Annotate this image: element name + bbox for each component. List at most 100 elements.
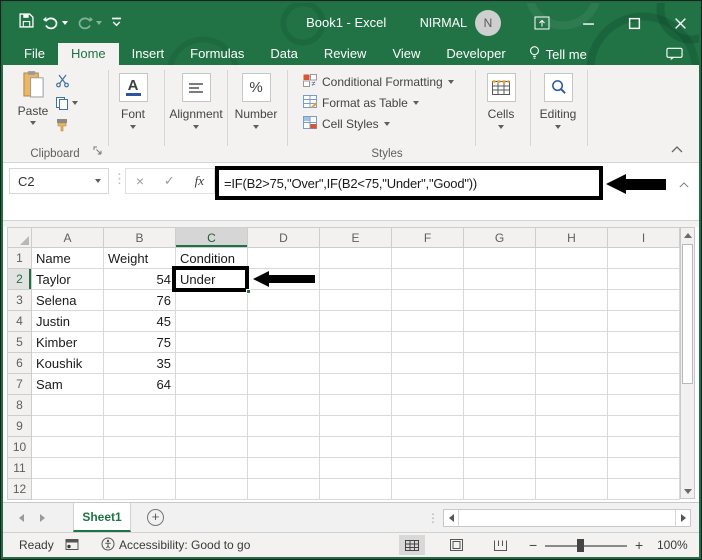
cell-F10[interactable] bbox=[392, 437, 464, 458]
cell-C6[interactable] bbox=[176, 353, 248, 374]
cell-I2[interactable] bbox=[608, 269, 680, 290]
scroll-right-icon[interactable] bbox=[676, 510, 690, 526]
previous-sheet-icon[interactable] bbox=[19, 513, 24, 522]
scroll-down-icon[interactable] bbox=[681, 484, 694, 498]
row-header-9[interactable]: 9 bbox=[8, 416, 32, 437]
insert-function-icon[interactable]: fx bbox=[195, 173, 204, 189]
column-header-I[interactable]: I bbox=[608, 228, 680, 248]
normal-view-button[interactable] bbox=[399, 535, 425, 555]
avatar[interactable]: N bbox=[475, 10, 501, 36]
collapse-ribbon-icon[interactable] bbox=[671, 142, 683, 156]
cell-C8[interactable] bbox=[176, 395, 248, 416]
cells-dropdown-caret[interactable] bbox=[498, 125, 504, 129]
cell-I4[interactable] bbox=[608, 311, 680, 332]
cell-F1[interactable] bbox=[392, 248, 464, 269]
cell-F4[interactable] bbox=[392, 311, 464, 332]
cell-H12[interactable] bbox=[536, 479, 608, 500]
cell-H7[interactable] bbox=[536, 374, 608, 395]
account-area[interactable]: NIRMAL N bbox=[420, 3, 501, 43]
row-header-12[interactable]: 12 bbox=[8, 479, 32, 500]
row-header-4[interactable]: 4 bbox=[8, 311, 32, 332]
cell-C7[interactable] bbox=[176, 374, 248, 395]
maximize-button[interactable] bbox=[625, 14, 643, 32]
cell-D9[interactable] bbox=[248, 416, 320, 437]
cell-F6[interactable] bbox=[392, 353, 464, 374]
cell-G1[interactable] bbox=[464, 248, 536, 269]
cell-B9[interactable] bbox=[104, 416, 176, 437]
cell-H11[interactable] bbox=[536, 458, 608, 479]
macro-record-icon[interactable] bbox=[65, 538, 79, 554]
cell-H5[interactable] bbox=[536, 332, 608, 353]
cell-E2[interactable] bbox=[320, 269, 392, 290]
cell-C5[interactable] bbox=[176, 332, 248, 353]
cell-F5[interactable] bbox=[392, 332, 464, 353]
cell-I6[interactable] bbox=[608, 353, 680, 374]
row-header-3[interactable]: 3 bbox=[8, 290, 32, 311]
paste-button[interactable]: Paste bbox=[13, 70, 53, 125]
cell-F12[interactable] bbox=[392, 479, 464, 500]
cell-H8[interactable] bbox=[536, 395, 608, 416]
clipboard-dialog-launcher-icon[interactable] bbox=[93, 145, 103, 159]
cell-F9[interactable] bbox=[392, 416, 464, 437]
column-header-H[interactable]: H bbox=[536, 228, 608, 248]
cell-E12[interactable] bbox=[320, 479, 392, 500]
format-as-table-caret[interactable] bbox=[412, 100, 419, 105]
font-group-button[interactable]: A Font bbox=[107, 73, 159, 129]
cell-G11[interactable] bbox=[464, 458, 536, 479]
column-header-D[interactable]: D bbox=[248, 228, 320, 248]
column-header-A[interactable]: A bbox=[32, 228, 104, 248]
close-button[interactable] bbox=[671, 14, 689, 32]
cell-F2[interactable] bbox=[392, 269, 464, 290]
cell-A8[interactable] bbox=[32, 395, 104, 416]
horizontal-scrollbar[interactable] bbox=[443, 509, 691, 527]
tab-insert[interactable]: Insert bbox=[119, 43, 178, 65]
c2-highlight-formula-box[interactable]: =IF(B2>75,"Over",IF(B2<75,"Under","Good"… bbox=[215, 166, 603, 200]
sheet-tab-sheet1[interactable]: Sheet1 bbox=[73, 503, 131, 532]
cell-C10[interactable] bbox=[176, 437, 248, 458]
cell-E7[interactable] bbox=[320, 374, 392, 395]
cell-C4[interactable] bbox=[176, 311, 248, 332]
customize-quick-access-button[interactable] bbox=[111, 14, 122, 32]
name-box[interactable]: C2 bbox=[9, 168, 109, 194]
cell-H3[interactable] bbox=[536, 290, 608, 311]
column-header-E[interactable]: E bbox=[320, 228, 392, 248]
editing-group-button[interactable]: Editing bbox=[532, 73, 584, 129]
ribbon-display-options-button[interactable] bbox=[533, 14, 551, 32]
redo-button[interactable] bbox=[77, 16, 102, 30]
paste-dropdown-caret[interactable] bbox=[30, 121, 36, 125]
cell-A12[interactable] bbox=[32, 479, 104, 500]
undo-dropdown-caret[interactable] bbox=[62, 21, 68, 25]
tab-file[interactable]: File bbox=[11, 43, 58, 65]
horizontal-scroll-thumb[interactable] bbox=[458, 510, 676, 526]
cell-B1[interactable]: Weight bbox=[104, 248, 176, 269]
cell-A6[interactable]: Koushik bbox=[32, 353, 104, 374]
cell-G10[interactable] bbox=[464, 437, 536, 458]
save-icon[interactable] bbox=[19, 13, 34, 33]
row-header-2[interactable]: 2 bbox=[8, 269, 32, 290]
cell-A11[interactable] bbox=[32, 458, 104, 479]
cell-G5[interactable] bbox=[464, 332, 536, 353]
cell-F7[interactable] bbox=[392, 374, 464, 395]
zoom-level[interactable]: 100% bbox=[657, 538, 688, 552]
redo-dropdown-caret[interactable] bbox=[96, 21, 102, 25]
cell-A4[interactable]: Justin bbox=[32, 311, 104, 332]
column-header-F[interactable]: F bbox=[392, 228, 464, 248]
row-header-7[interactable]: 7 bbox=[8, 374, 32, 395]
editing-dropdown-caret[interactable] bbox=[555, 125, 561, 129]
cell-I8[interactable] bbox=[608, 395, 680, 416]
zoom-out-icon[interactable]: − bbox=[529, 537, 537, 553]
cell-G4[interactable] bbox=[464, 311, 536, 332]
cell-E11[interactable] bbox=[320, 458, 392, 479]
cell-H9[interactable] bbox=[536, 416, 608, 437]
cell-B3[interactable]: 76 bbox=[104, 290, 176, 311]
cell-A5[interactable]: Kimber bbox=[32, 332, 104, 353]
conditional-formatting-caret[interactable] bbox=[447, 79, 454, 84]
cell-D11[interactable] bbox=[248, 458, 320, 479]
number-group-button[interactable]: % Number bbox=[229, 73, 283, 129]
cell-H4[interactable] bbox=[536, 311, 608, 332]
tell-me-box[interactable]: Tell me bbox=[519, 43, 597, 65]
cell-styles-caret[interactable] bbox=[383, 121, 390, 126]
cell-A9[interactable] bbox=[32, 416, 104, 437]
cells-group-button[interactable]: Cells bbox=[477, 73, 525, 129]
cell-E6[interactable] bbox=[320, 353, 392, 374]
